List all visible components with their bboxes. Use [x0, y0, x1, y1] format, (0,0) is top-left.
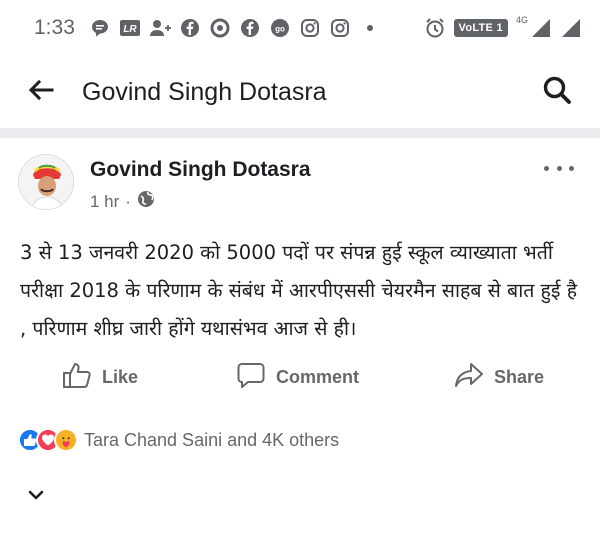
post-text: 3 से 13 जनवरी 2020 को 5000 पदों पर संपन्… — [20, 241, 578, 340]
more-dot-icon — [544, 165, 549, 171]
facebook-icon — [239, 17, 261, 39]
post-card: Govind Singh Dotasra 1 hr · 3 से 13 जनवर… — [0, 138, 600, 499]
like-label: Like — [102, 366, 139, 387]
share-icon — [454, 361, 484, 394]
thumbs-up-icon — [62, 361, 92, 394]
volte-badge: VoLTE 1 — [453, 19, 508, 37]
instagram-icon — [329, 17, 351, 39]
system-icons: VoLTE 1 4G — [424, 15, 583, 39]
comment-button[interactable]: Comment — [236, 361, 359, 394]
signal-icon — [530, 17, 552, 39]
person-add-icon — [149, 17, 171, 39]
post-author[interactable]: Govind Singh Dotasra — [90, 158, 311, 182]
more-dot-icon — [569, 165, 574, 171]
facebook-icon — [179, 17, 201, 39]
network-type: 4G — [515, 15, 528, 25]
meta-separator: · — [125, 191, 131, 211]
reactions-summary[interactable]: Tara Chand Saini and 4K others — [0, 422, 600, 458]
more-dot-icon — [556, 165, 562, 171]
post-meta: 1 hr · — [90, 190, 155, 213]
avatar[interactable] — [18, 154, 74, 210]
globe-icon — [137, 190, 155, 213]
message-icon — [89, 17, 111, 39]
post-time[interactable]: 1 hr — [90, 192, 119, 212]
feed-divider — [0, 128, 600, 138]
chevron-down-icon — [26, 487, 46, 506]
share-label: Share — [494, 366, 545, 387]
reaction-icons — [18, 428, 78, 452]
search-button[interactable] — [540, 75, 574, 109]
back-button[interactable] — [26, 77, 56, 107]
search-icon — [542, 75, 572, 109]
svg-text:LR: LR — [123, 24, 137, 35]
page-title: Govind Singh Dotasra — [82, 77, 327, 106]
status-bar: 1:33 LR go VoLTE 1 4G — [0, 0, 600, 56]
signal-icon — [560, 17, 582, 39]
share-button[interactable]: Share — [454, 361, 544, 394]
post-header: Govind Singh Dotasra 1 hr · — [0, 138, 600, 224]
dot-icon — [359, 17, 381, 39]
care-reaction-icon — [54, 428, 78, 452]
go-app-icon: go — [269, 17, 291, 39]
post-options-button[interactable] — [544, 158, 574, 178]
expand-comments-button[interactable] — [22, 482, 50, 510]
comment-label: Comment — [276, 366, 360, 387]
post-actions: Like Comment Share — [0, 350, 600, 404]
reactions-count[interactable]: Tara Chand Saini and 4K others — [84, 430, 339, 451]
app-header: Govind Singh Dotasra — [0, 56, 600, 128]
notification-icons: LR go — [89, 17, 381, 39]
arrow-left-icon — [28, 79, 54, 105]
circle-ring-icon — [209, 17, 231, 39]
like-button[interactable]: Like — [62, 361, 138, 394]
comment-icon — [236, 361, 266, 394]
svg-text:go: go — [275, 25, 285, 34]
alarm-icon — [424, 17, 446, 39]
lr-app-icon: LR — [119, 17, 141, 39]
status-time: 1:33 — [34, 16, 75, 39]
instagram-icon — [299, 17, 321, 39]
